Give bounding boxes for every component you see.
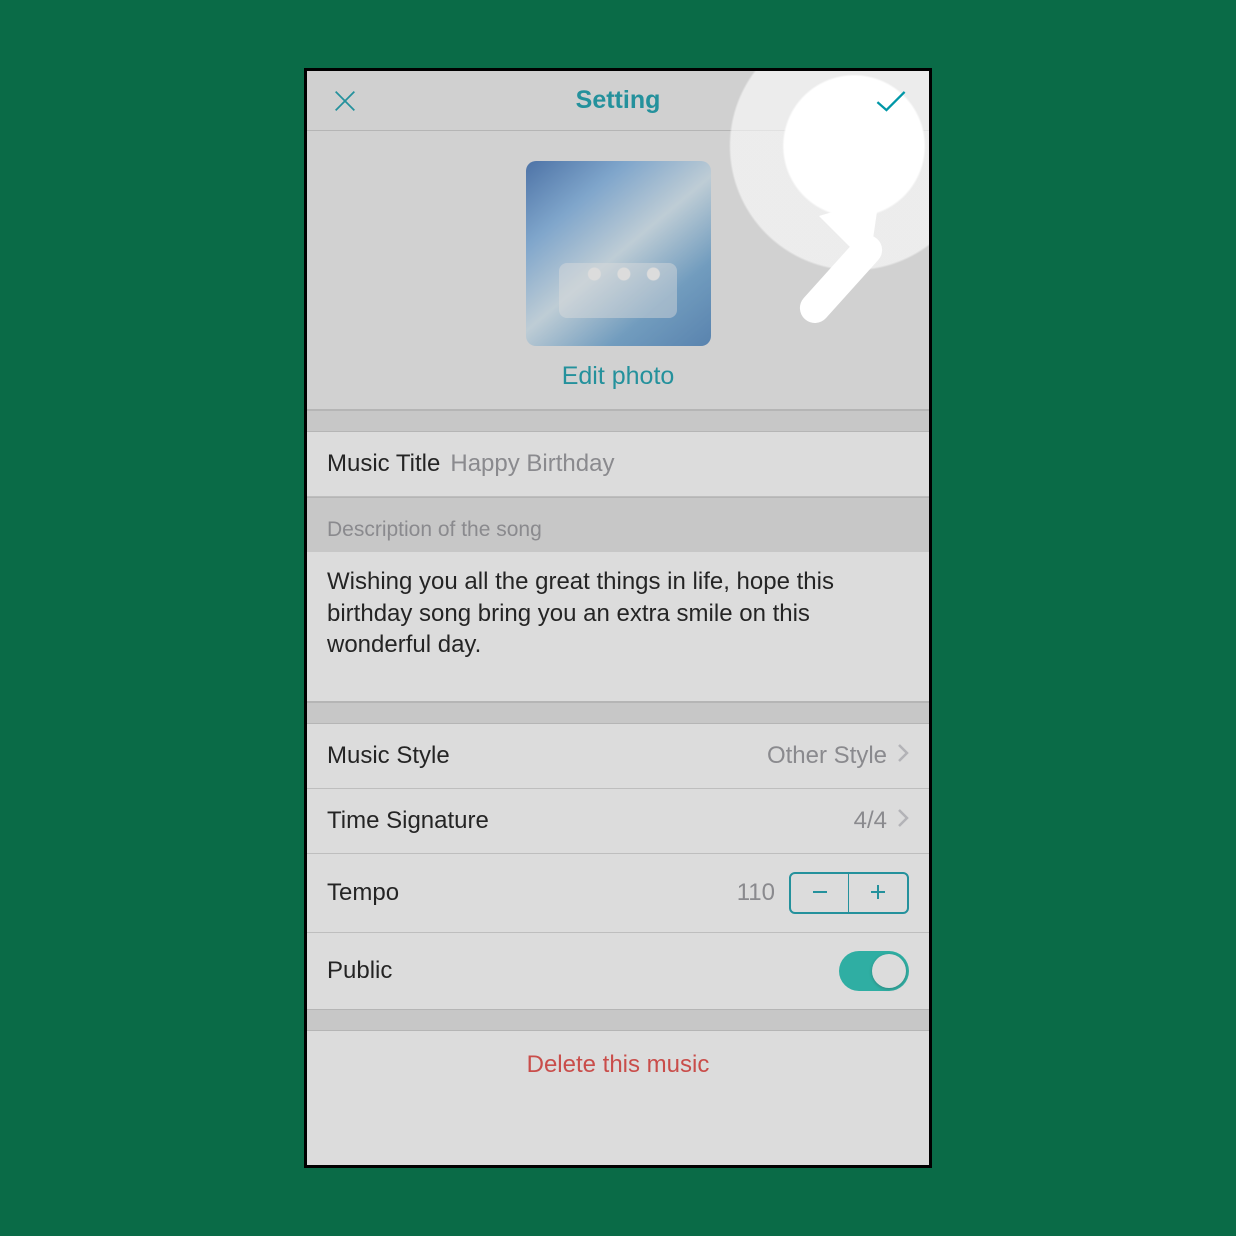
time-signature-value: 4/4 [854, 807, 887, 835]
plus-icon [868, 882, 888, 902]
minus-icon [810, 882, 830, 902]
section-divider [307, 1009, 929, 1031]
close-button[interactable] [325, 81, 365, 121]
description-header: Description of the song [307, 497, 929, 552]
music-style-value: Other Style [767, 742, 887, 770]
screen-frame: Setting Edit photo Music Title Descripti… [304, 68, 932, 1168]
content: Edit photo Music Title Description of th… [307, 131, 929, 1099]
chevron-right-icon [897, 742, 909, 770]
photo-section: Edit photo [307, 131, 929, 410]
music-title-label: Music Title [327, 450, 440, 478]
cover-photo[interactable] [526, 161, 711, 346]
tempo-increase-button[interactable] [849, 874, 907, 912]
toggle-knob [872, 954, 906, 988]
music-style-row[interactable]: Music Style Other Style [307, 724, 929, 789]
confirm-button[interactable] [871, 81, 911, 121]
tempo-stepper [789, 872, 909, 914]
close-icon [331, 87, 359, 115]
edit-photo-button[interactable]: Edit photo [307, 362, 929, 391]
music-title-input[interactable] [450, 450, 909, 478]
checkmark-icon [874, 87, 908, 115]
chevron-right-icon [897, 807, 909, 835]
public-label: Public [327, 957, 392, 985]
page-title: Setting [307, 86, 929, 115]
nav-header: Setting [307, 71, 929, 131]
tempo-label: Tempo [327, 879, 399, 907]
tempo-decrease-button[interactable] [791, 874, 849, 912]
time-signature-label: Time Signature [327, 807, 489, 835]
music-style-label: Music Style [327, 742, 450, 770]
section-divider [307, 702, 929, 724]
music-title-row[interactable]: Music Title [307, 432, 929, 497]
delete-music-button[interactable]: Delete this music [307, 1031, 929, 1099]
description-text[interactable]: Wishing you all the great things in life… [307, 552, 929, 702]
public-toggle[interactable] [839, 951, 909, 991]
section-divider [307, 410, 929, 432]
time-signature-row[interactable]: Time Signature 4/4 [307, 789, 929, 854]
tempo-value: 110 [737, 879, 775, 907]
public-row: Public [307, 933, 929, 1009]
tempo-row: Tempo 110 [307, 854, 929, 933]
